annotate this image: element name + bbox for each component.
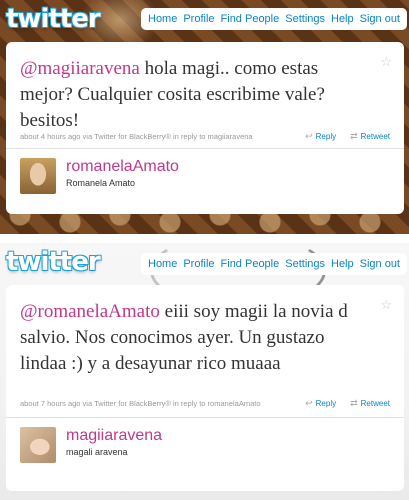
tweet-actions: ↩ Reply ⇄ Retweet: [305, 398, 390, 409]
nav-help[interactable]: Help: [331, 13, 354, 25]
tweet-meta: about 4 hours ago via Twitter for BlackB…: [20, 132, 253, 141]
nav-profile[interactable]: Profile: [183, 13, 214, 25]
avatar[interactable]: [20, 158, 56, 194]
twitter-logo[interactable]: twitter: [6, 247, 101, 277]
nav-help[interactable]: Help: [331, 258, 354, 270]
reply-label: Reply: [315, 399, 337, 408]
retweet-icon: ⇄: [350, 131, 358, 141]
author-full-name: Romanela Amato: [66, 178, 136, 188]
divider: [6, 417, 404, 418]
nav-profile[interactable]: Profile: [183, 258, 214, 270]
reply-label: Reply: [315, 132, 337, 141]
author-full-name: magali aravena: [66, 447, 128, 457]
nav-home[interactable]: Home: [148, 13, 177, 25]
retweet-label: Retweet: [360, 399, 390, 408]
retweet-button[interactable]: ⇄ Retweet: [350, 398, 390, 409]
nav-sign-out[interactable]: Sign out: [360, 13, 400, 25]
tweet-mention[interactable]: @romanelaAmato: [20, 301, 160, 322]
tweet-meta: about 7 hours ago via Twitter for BlackB…: [20, 399, 261, 408]
retweet-icon: ⇄: [350, 398, 358, 408]
tweet-author: romanelaAmato Romanela Amato: [20, 158, 179, 194]
nav-sign-out[interactable]: Sign out: [360, 258, 400, 270]
reply-arrow-icon: ↩: [305, 131, 313, 141]
tweet-card: @romanelaAmato eiii soy magii la novia d…: [6, 285, 404, 491]
nav-settings[interactable]: Settings: [285, 258, 325, 270]
top-nav: Home Profile Find People Settings Help S…: [141, 253, 407, 275]
twitter-logo[interactable]: twitter: [6, 4, 101, 34]
tweet-card: @magiiaravena hola magi.. como estas mej…: [6, 42, 404, 214]
author-screen-name[interactable]: magiiaravena: [66, 427, 162, 445]
tweet-mention[interactable]: @magiiaravena: [20, 58, 140, 79]
retweet-label: Retweet: [360, 132, 390, 141]
screenshot-bottom: twitter Home Profile Find People Setting…: [0, 243, 409, 500]
star-icon[interactable]: ☆: [380, 54, 392, 70]
reply-arrow-icon: ↩: [305, 398, 313, 408]
reply-button[interactable]: ↩ Reply: [305, 131, 336, 142]
top-nav: Home Profile Find People Settings Help S…: [141, 8, 407, 30]
screenshot-top: twitter Home Profile Find People Setting…: [0, 0, 409, 234]
nav-home[interactable]: Home: [148, 258, 177, 270]
nav-find-people[interactable]: Find People: [221, 258, 280, 270]
nav-find-people[interactable]: Find People: [221, 13, 280, 25]
tweet-author: magiiaravena magali aravena: [20, 427, 162, 463]
reply-button[interactable]: ↩ Reply: [305, 398, 336, 409]
tweet-text: @magiiaravena hola magi.. como estas mej…: [20, 56, 370, 134]
nav-settings[interactable]: Settings: [285, 13, 325, 25]
retweet-button[interactable]: ⇄ Retweet: [350, 131, 390, 142]
star-icon[interactable]: ☆: [380, 297, 392, 313]
author-screen-name[interactable]: romanelaAmato: [66, 158, 179, 176]
divider: [6, 148, 404, 149]
tweet-text: @romanelaAmato eiii soy magii la novia d…: [20, 299, 370, 377]
avatar[interactable]: [20, 427, 56, 463]
tweet-actions: ↩ Reply ⇄ Retweet: [305, 131, 390, 142]
